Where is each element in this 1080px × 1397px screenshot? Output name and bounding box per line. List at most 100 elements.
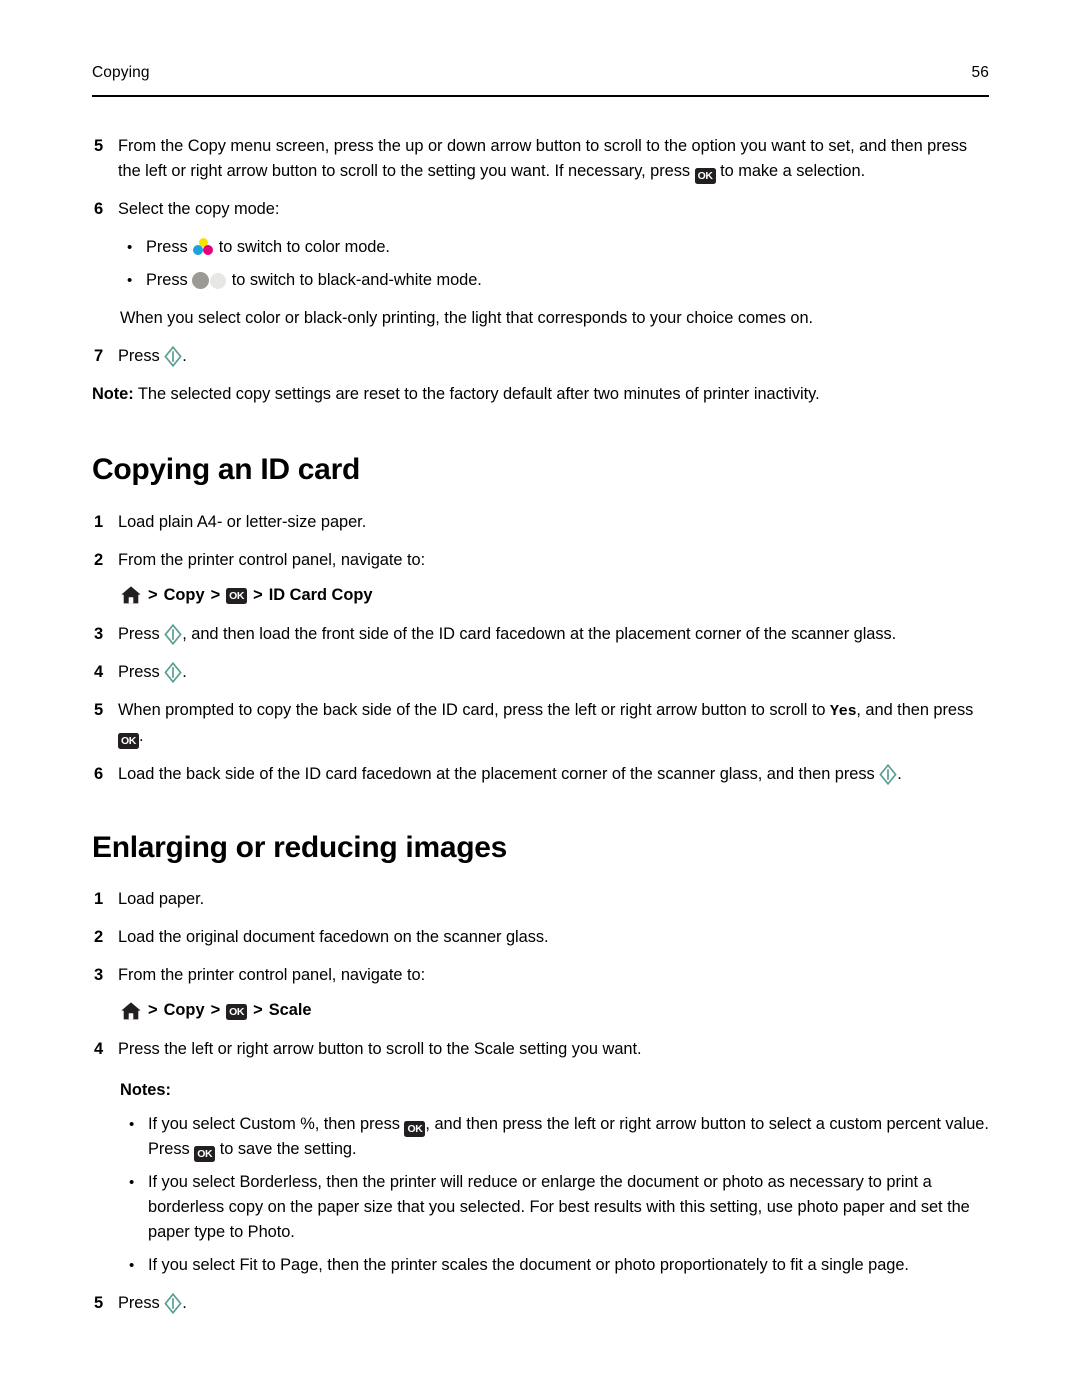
step-number: 5 [94, 1294, 104, 1312]
step-text: From the printer control panel, navigate… [118, 550, 426, 569]
step-text-part: , and then press [856, 700, 974, 719]
header-page-number: 56 [971, 64, 989, 81]
step-text-part: . [182, 1294, 187, 1312]
step-item: 3 From the printer control panel, naviga… [92, 963, 992, 988]
step-item: 1 Load paper. [92, 887, 992, 912]
copy-mode-note-paragraph: When you select color or black-only prin… [120, 309, 814, 327]
step-item: 5 From the Copy menu screen, press the u… [92, 134, 992, 184]
note-paragraph: Note: The selected copy settings are res… [92, 382, 992, 407]
bullet-text-part: to switch to color mode. [214, 238, 390, 256]
breadcrumb-item-target: ID Card Copy [268, 585, 373, 604]
step-text: Press . [118, 344, 992, 369]
ok-button-icon: OK [404, 1121, 426, 1137]
step-number: 3 [94, 624, 104, 643]
bullet-text-part: If you select Custom %, then press [148, 1115, 405, 1133]
step-text: From the Copy menu screen, press the up … [118, 134, 992, 184]
setting-value-yes: Yes [830, 702, 857, 720]
breadcrumb-separator: > [210, 1001, 221, 1019]
copy-mode-bullet-list: Press to switch to color mode. Press to … [120, 235, 992, 293]
step-item: 2 Load the original document facedown on… [92, 925, 992, 950]
start-button-icon [164, 623, 182, 645]
step-number: 6 [94, 200, 104, 218]
start-button-icon [164, 661, 182, 683]
note-label: Note: [92, 385, 134, 403]
step-number: 5 [94, 700, 104, 719]
step-number: 1 [94, 512, 104, 531]
breadcrumb-separator: > [253, 1001, 263, 1019]
ok-button-icon: OK [694, 168, 716, 184]
step-text-part: Press [118, 1294, 165, 1312]
home-button-icon [121, 1001, 141, 1019]
step-text-part: . [139, 726, 144, 745]
step-item: 5 When prompted to copy the back side of… [92, 698, 992, 749]
step-text: Select the copy mode: [118, 200, 280, 218]
step-item: 6 Load the back side of the ID card face… [92, 762, 992, 787]
step-text: Press . [118, 660, 992, 685]
step-text: From the printer control panel, navigate… [118, 966, 426, 984]
step-item: 4 Press . [92, 660, 992, 685]
color-mode-icon [192, 238, 214, 256]
step-number: 7 [94, 347, 104, 365]
step-number: 1 [94, 890, 104, 908]
bullet-text: If you select Fit to Page, then the prin… [148, 1256, 909, 1274]
step-text: Load the back side of the ID card facedo… [118, 762, 992, 787]
document-page: Copying 56 5 From the Copy menu screen, … [0, 0, 1080, 1397]
breadcrumb: > Copy > OK > ID Card Copy [120, 583, 992, 608]
start-button-icon [879, 763, 897, 785]
breadcrumb: > Copy > OK > Scale [120, 998, 992, 1023]
step-text: Press the left or right arrow button to … [118, 1040, 642, 1058]
breadcrumb-separator: > [148, 585, 158, 604]
step-number: 2 [94, 928, 104, 946]
step-text: Load paper. [118, 890, 205, 908]
step-item: 1 Load plain A4- or letter-size paper. [92, 510, 992, 535]
bullet-text-part: Press [146, 271, 193, 289]
home-button-icon [121, 586, 141, 604]
bullet-text: If you select Borderless, then the print… [148, 1173, 970, 1241]
breadcrumb-separator: > [148, 1001, 158, 1019]
step-text: When prompted to copy the back side of t… [118, 698, 992, 749]
list-item: If you select Fit to Page, then the prin… [122, 1253, 992, 1278]
bullet-text-part: Press [146, 238, 193, 256]
bullet-marker [120, 268, 146, 293]
start-button-icon [164, 346, 182, 367]
step-item: 6 Select the copy mode: [92, 197, 992, 222]
step-number: 3 [94, 966, 104, 984]
document-body: 5 From the Copy menu screen, press the u… [92, 134, 992, 1329]
bullet-marker [122, 1253, 148, 1278]
step-text: Load plain A4- or letter-size paper. [118, 512, 367, 531]
step-number: 4 [94, 662, 104, 681]
step-item: 4 Press the left or right arrow button t… [92, 1037, 992, 1062]
step-item: 2 From the printer control panel, naviga… [92, 548, 992, 573]
step-number: 2 [94, 550, 104, 569]
bullet-text: Press to switch to color mode. [146, 235, 992, 260]
step-text-part: Press [118, 347, 165, 365]
step-item: 7 Press . [92, 344, 992, 369]
step-text: Press . [118, 1291, 992, 1316]
header-section-title: Copying [92, 64, 150, 81]
note-text: The selected copy settings are reset to … [133, 385, 820, 403]
breadcrumb-separator: > [210, 585, 221, 604]
step-text-part: Load the back side of the ID card facedo… [118, 764, 880, 783]
bullet-marker [120, 235, 146, 260]
breadcrumb-item-copy: Copy [163, 1001, 205, 1019]
bullet-text-part: to switch to black-and-white mode. [227, 271, 482, 289]
list-item: If you select Borderless, then the print… [122, 1170, 992, 1245]
step-text-part: . [897, 764, 902, 783]
bullet-text: If you select Custom %, then press OK, a… [148, 1112, 992, 1162]
list-item: Press to switch to black-and-white mode. [120, 268, 992, 293]
step-item: 5 Press . [92, 1291, 992, 1316]
breadcrumb-separator: > [253, 585, 263, 604]
bullet-text: Press to switch to black-and-white mode. [146, 268, 992, 293]
step-text-part: . [182, 662, 187, 681]
bullet-text-part: to save the setting. [215, 1140, 357, 1158]
header-divider [92, 95, 989, 98]
ok-button-icon: OK [194, 1146, 216, 1162]
step-item: 3 Press , and then load the front side o… [92, 622, 992, 647]
ok-button-icon: OK [226, 588, 248, 604]
step-number: 5 [94, 137, 104, 155]
ok-button-icon: OK [226, 1003, 248, 1020]
breadcrumb-item-copy: Copy [163, 585, 205, 604]
start-button-icon [164, 1293, 182, 1314]
ok-button-icon: OK [118, 732, 139, 749]
notes-bullet-list: If you select Custom %, then press OK, a… [122, 1112, 992, 1278]
